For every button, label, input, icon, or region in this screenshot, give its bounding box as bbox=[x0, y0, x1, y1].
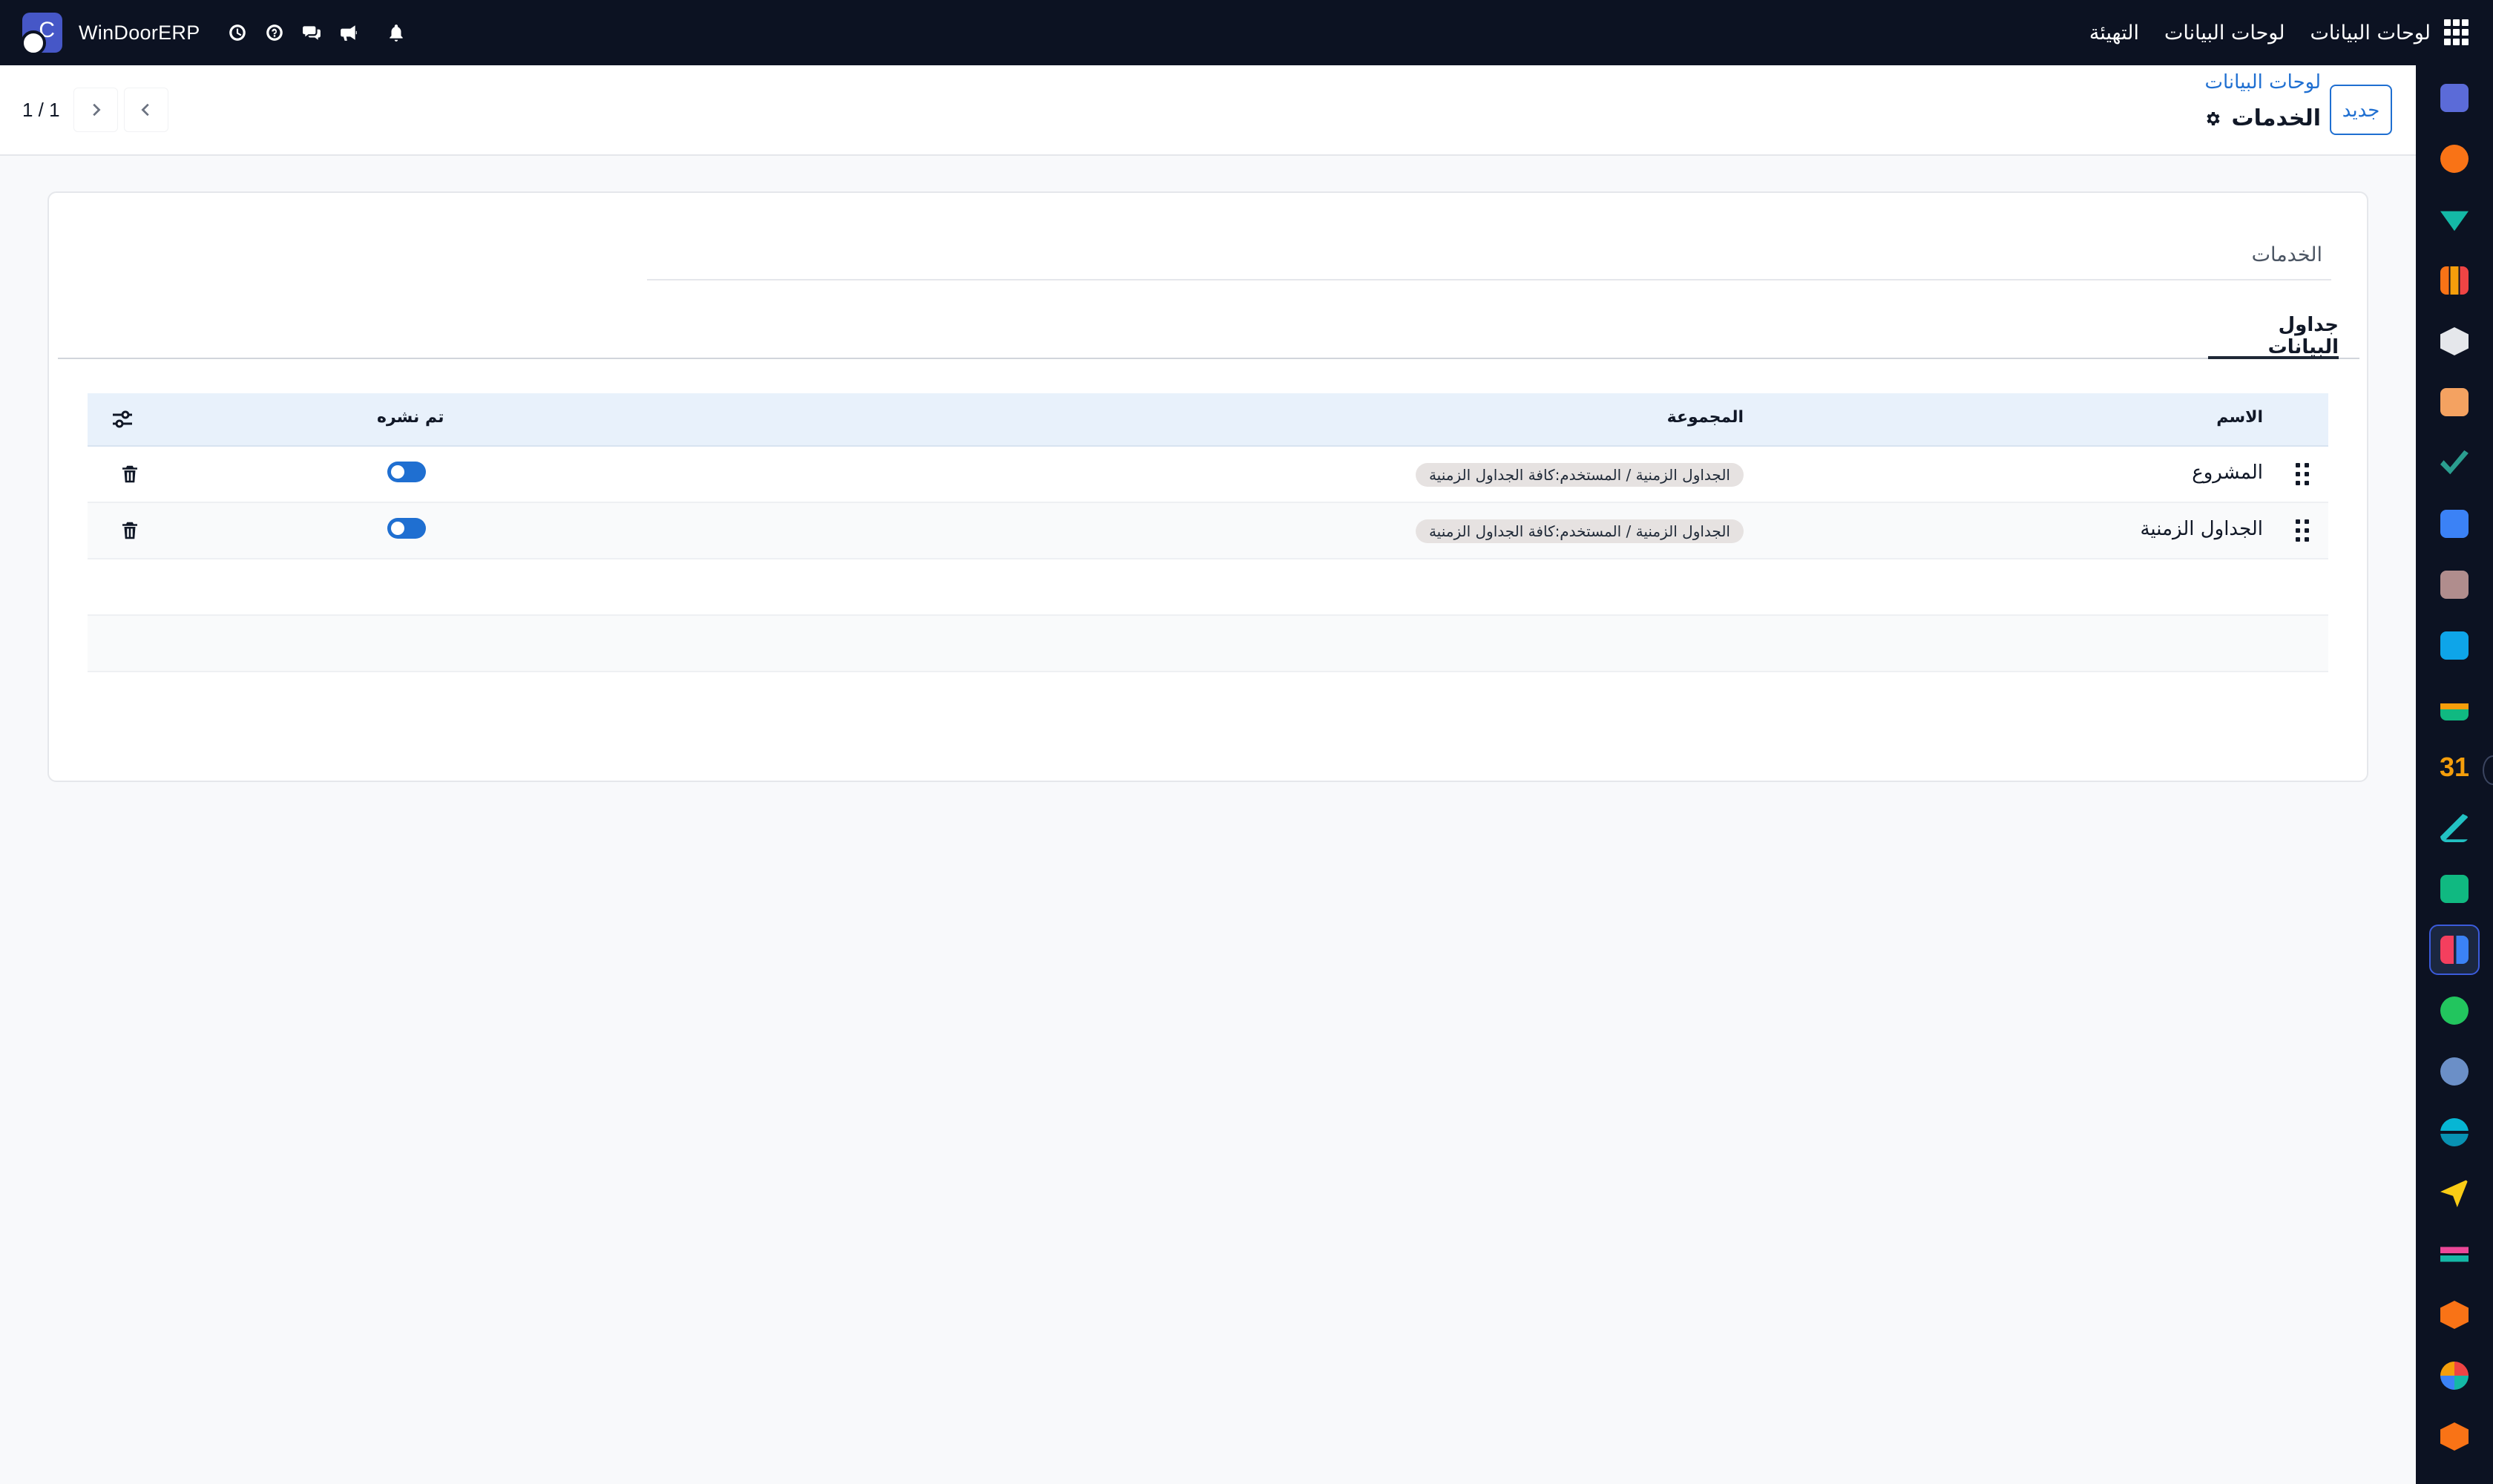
calendar-icon: 31 bbox=[2439, 752, 2470, 782]
sidebar-app-modules-icon[interactable] bbox=[2429, 1290, 2480, 1340]
drag-handle-icon[interactable] bbox=[2296, 519, 2310, 543]
pager-value[interactable]: 1 / 1 bbox=[22, 99, 60, 122]
sidebar-app-send-icon[interactable] bbox=[2429, 1168, 2480, 1218]
megaphone-icon[interactable] bbox=[331, 15, 367, 50]
sidebar-app-settings-icon[interactable] bbox=[2429, 1411, 2480, 1462]
clock-icon[interactable] bbox=[220, 15, 255, 50]
new-button[interactable]: جديد bbox=[2330, 85, 2392, 135]
table-row[interactable]: المشروع الجداول الزمنية / المستخدم:كافة … bbox=[88, 447, 2328, 503]
column-header-group[interactable]: المجموعة bbox=[1667, 408, 1744, 427]
table-row[interactable]: الجداول الزمنية الجداول الزمنية / المستخ… bbox=[88, 503, 2328, 559]
trash-icon[interactable] bbox=[119, 519, 141, 542]
group-badge: الجداول الزمنية / المستخدم:كافة الجداول … bbox=[1415, 463, 1744, 487]
column-header-name[interactable]: الاسم bbox=[2216, 408, 2263, 427]
gear-icon[interactable] bbox=[2204, 110, 2221, 128]
sidebar-scroll-handle[interactable] bbox=[2483, 755, 2493, 785]
tab-data-tables[interactable]: جداول البيانات bbox=[2208, 314, 2339, 359]
menu-dashboards-app[interactable]: لوحات البيانات bbox=[2310, 22, 2431, 45]
sidebar-app-box-icon[interactable] bbox=[2429, 316, 2480, 367]
topbar-menu: لوحات البيانات لوحات البيانات التهيئة bbox=[2064, 0, 2471, 65]
pager-next-button[interactable] bbox=[73, 88, 118, 132]
sidebar-app-whatsapp-icon[interactable] bbox=[2429, 985, 2480, 1036]
data-tables-list: الاسم المجموعة تم نشره المشروع الجداول ا… bbox=[88, 393, 2328, 672]
sidebar-app-sign-icon[interactable] bbox=[2429, 194, 2480, 245]
top-navbar: C WinDoorERP لوحات البيانات لوحات البيان… bbox=[0, 0, 2493, 65]
sidebar-app-dashboards-icon[interactable] bbox=[2429, 925, 2480, 975]
sidebar-app-timer-icon[interactable] bbox=[2429, 1046, 2480, 1097]
sidebar-app-calendar-icon[interactable]: 31 bbox=[2429, 742, 2480, 792]
pager: 1 / 1 bbox=[22, 88, 168, 132]
company-logo[interactable]: C bbox=[21, 13, 62, 56]
row-name: المشروع bbox=[2192, 462, 2263, 484]
chat-icon[interactable] bbox=[294, 15, 329, 50]
sidebar-app-notes-icon[interactable] bbox=[2429, 803, 2480, 853]
menu-configuration[interactable]: التهيئة bbox=[2089, 22, 2139, 45]
page-title-text: الخدمات bbox=[2231, 105, 2321, 131]
empty-row bbox=[88, 616, 2328, 672]
avatar-dot bbox=[21, 30, 46, 56]
sidebar-app-employees-icon[interactable] bbox=[2429, 681, 2480, 732]
sidebar-app-chat-icon[interactable] bbox=[2429, 134, 2480, 184]
sidebar-app-chart-icon[interactable] bbox=[2429, 255, 2480, 306]
apps-grid-icon[interactable] bbox=[2444, 19, 2471, 46]
chevron-left-icon bbox=[141, 103, 149, 116]
name-field[interactable]: الخدمات bbox=[647, 237, 2331, 280]
sidebar-app-data-icon[interactable] bbox=[2429, 1229, 2480, 1279]
topbar-systray: C WinDoorERP bbox=[21, 0, 416, 65]
table-header: الاسم المجموعة تم نشره bbox=[88, 393, 2328, 447]
pager-previous-button[interactable] bbox=[123, 88, 168, 132]
notebook-tabs: جداول البيانات bbox=[58, 314, 2359, 359]
empty-row bbox=[88, 559, 2328, 616]
sidebar-app-todo-icon[interactable] bbox=[2429, 438, 2480, 488]
group-badge: الجداول الزمنية / المستخدم:كافة الجداول … bbox=[1415, 519, 1744, 543]
optional-columns-icon[interactable] bbox=[110, 407, 135, 432]
menu-dashboards[interactable]: لوحات البيانات bbox=[2164, 22, 2285, 45]
bell-icon[interactable] bbox=[378, 15, 414, 50]
form-sheet: الخدمات جداول البيانات الاسم المجموعة تم… bbox=[47, 191, 2368, 782]
control-panel: جديد لوحات البيانات الخدمات 1 / 1 bbox=[0, 65, 2416, 156]
help-icon[interactable] bbox=[257, 15, 292, 50]
app-sidebar: 31 bbox=[2416, 65, 2493, 1484]
breadcrumb[interactable]: لوحات البيانات bbox=[2205, 71, 2321, 93]
column-header-published[interactable]: تم نشره bbox=[377, 408, 444, 427]
company-name[interactable]: WinDoorERP bbox=[79, 22, 200, 45]
sidebar-app-invoicing-icon[interactable] bbox=[2429, 620, 2480, 671]
page-title: الخدمات bbox=[2204, 105, 2321, 131]
sidebar-app-discuss-icon[interactable] bbox=[2429, 1107, 2480, 1158]
chevron-right-icon bbox=[92, 103, 101, 116]
trash-icon[interactable] bbox=[119, 463, 141, 485]
sidebar-app-contacts-icon[interactable] bbox=[2429, 377, 2480, 427]
published-toggle[interactable] bbox=[387, 518, 426, 539]
sidebar-app-mail-icon[interactable] bbox=[2429, 73, 2480, 123]
sidebar-app-knowledge-icon[interactable] bbox=[2429, 499, 2480, 549]
sidebar-app-reports-icon[interactable] bbox=[2429, 1350, 2480, 1401]
row-name: الجداول الزمنية bbox=[2140, 518, 2263, 540]
sidebar-app-contact-icon[interactable] bbox=[2429, 864, 2480, 914]
drag-handle-icon[interactable] bbox=[2296, 463, 2310, 487]
published-toggle[interactable] bbox=[387, 462, 426, 482]
sidebar-app-inventory-icon[interactable] bbox=[2429, 559, 2480, 610]
